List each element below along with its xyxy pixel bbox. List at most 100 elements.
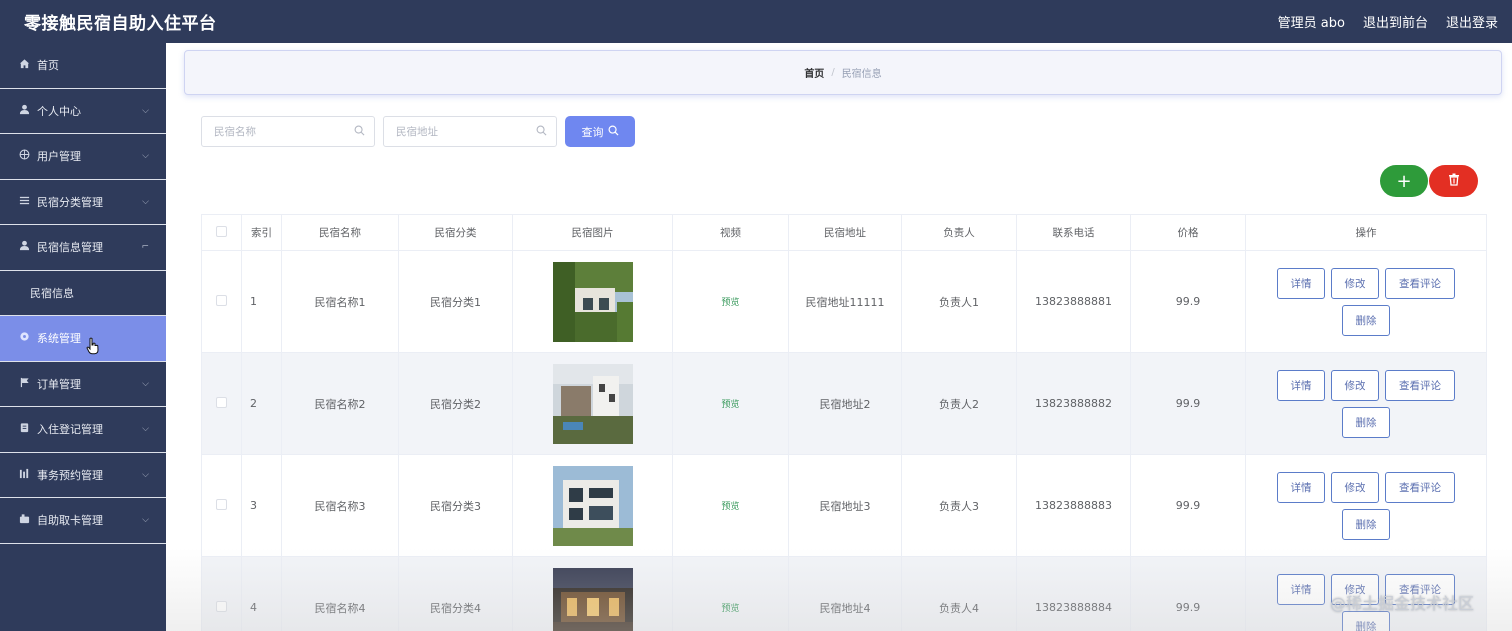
sidebar-subitem-info[interactable]: 民宿信息	[0, 271, 166, 316]
row-checkbox[interactable]	[216, 498, 227, 510]
delete-button[interactable]: 删除	[1342, 406, 1390, 438]
trash-icon	[1448, 173, 1460, 190]
column-header-manager: 负责人	[901, 214, 1017, 251]
video-preview-link[interactable]: 预览	[721, 604, 739, 614]
user-icon	[17, 240, 31, 254]
sidebar-item-category-management[interactable]: 民宿分类管理 ⌵	[0, 180, 166, 225]
app-title: 零接触民宿自助入住平台	[24, 14, 217, 34]
sidebar-item-label: 自助取卡管理	[37, 514, 103, 528]
row-category: 民宿分类3	[398, 454, 513, 557]
view-comments-button[interactable]: 查看评论	[1385, 471, 1455, 503]
row-manager: 负责人1	[901, 250, 1017, 353]
column-header-address: 民宿地址	[788, 214, 902, 251]
address-search-field	[383, 116, 557, 147]
row-select-cell	[201, 454, 242, 557]
name-search-field	[201, 116, 375, 147]
row-image-cell	[512, 352, 673, 455]
watermark-text: @稀土掘金技术社区	[1330, 594, 1475, 613]
detail-button[interactable]: 详情	[1277, 471, 1325, 503]
sidebar-item-label: 用户管理	[37, 150, 81, 164]
row-phone: 13823888882	[1016, 352, 1131, 455]
logout-link[interactable]: 退出登录	[1446, 12, 1498, 31]
row-category: 民宿分类4	[398, 556, 513, 631]
address-search-input[interactable]	[384, 117, 556, 146]
row-video-cell: 预览	[672, 556, 789, 631]
sidebar-item-home[interactable]: 首页	[0, 43, 166, 89]
house-photo[interactable]	[552, 261, 633, 342]
view-comments-button[interactable]: 查看评论	[1385, 369, 1455, 401]
add-button[interactable]: +	[1380, 165, 1428, 197]
card-icon	[17, 513, 31, 527]
row-select-cell	[201, 556, 242, 631]
row-checkbox[interactable]	[216, 600, 227, 612]
breadcrumb-home[interactable]: 首页	[804, 65, 824, 80]
name-search-input[interactable]	[202, 117, 374, 146]
breadcrumb: 首页 / 民宿信息	[184, 50, 1502, 95]
detail-button[interactable]: 详情	[1277, 573, 1325, 605]
sidebar-item-label: 系统管理	[37, 332, 81, 346]
row-video-cell: 预览	[672, 454, 789, 557]
sidebar-item-personal-center[interactable]: 个人中心 ⌵	[0, 89, 166, 134]
row-select-cell	[201, 352, 242, 455]
user-icon	[17, 104, 31, 118]
house-photo[interactable]	[552, 363, 633, 444]
row-image-cell	[512, 556, 673, 631]
delete-button[interactable]: 删除	[1342, 304, 1390, 336]
column-header-index: 索引	[241, 214, 282, 251]
chevron-down-icon: ⌵	[142, 105, 149, 116]
admin-user-label[interactable]: 管理员 abo	[1278, 12, 1345, 31]
sidebar-item-order-management[interactable]: 订单管理 ⌵	[0, 362, 166, 407]
row-index: 4	[241, 556, 282, 631]
row-index: 2	[241, 352, 282, 455]
row-phone: 13823888881	[1016, 250, 1131, 353]
row-select-cell	[201, 250, 242, 353]
sidebar-item-card-management[interactable]: 自助取卡管理 ⌵	[0, 498, 166, 544]
select-all-checkbox[interactable]	[216, 225, 227, 237]
sidebar-item-checkin-management[interactable]: 入住登记管理 ⌵	[0, 407, 166, 453]
video-preview-link[interactable]: 预览	[721, 298, 739, 308]
query-button[interactable]: 查询	[565, 116, 635, 147]
edit-button[interactable]: 修改	[1331, 369, 1379, 401]
sidebar-item-label: 事务预约管理	[37, 468, 103, 482]
row-name: 民宿名称1	[281, 250, 399, 353]
search-icon	[608, 125, 619, 139]
table-header-row: 索引 民宿名称 民宿分类 民宿图片 视频 民宿地址 负责人 联系电话 价格 操作	[201, 214, 1487, 251]
breadcrumb-current: 民宿信息	[841, 69, 882, 80]
sidebar-item-label: 个人中心	[37, 104, 81, 118]
house-photo[interactable]	[552, 465, 633, 546]
row-checkbox[interactable]	[216, 396, 227, 408]
house-photo[interactable]	[552, 567, 633, 631]
query-button-label: 查询	[581, 125, 604, 139]
clipboard-icon	[17, 422, 31, 436]
view-comments-button[interactable]: 查看评论	[1385, 267, 1455, 299]
row-phone: 13823888883	[1016, 454, 1131, 557]
edit-button[interactable]: 修改	[1331, 471, 1379, 503]
row-actions-cell: 详情 修改 查看评论 删除	[1245, 454, 1487, 557]
list-icon	[17, 195, 31, 209]
exit-to-front-link[interactable]: 退出到前台	[1363, 12, 1428, 31]
row-checkbox[interactable]	[216, 294, 227, 306]
sidebar-item-appointment-management[interactable]: 事务预约管理 ⌵	[0, 453, 166, 498]
sidebar-item-label: 入住登记管理	[37, 423, 103, 437]
sidebar-item-info-management[interactable]: 民宿信息管理 ⌐	[0, 225, 166, 271]
chevron-down-icon: ⌵	[142, 424, 149, 435]
row-price: 99.9	[1130, 556, 1246, 631]
row-video-cell: 预览	[672, 352, 789, 455]
sidebar-item-user-management[interactable]: 用户管理 ⌵	[0, 134, 166, 180]
detail-button[interactable]: 详情	[1277, 369, 1325, 401]
video-preview-link[interactable]: 预览	[721, 400, 739, 410]
hand-cursor-icon	[86, 337, 100, 359]
edit-button[interactable]: 修改	[1331, 267, 1379, 299]
row-index: 1	[241, 250, 282, 353]
row-actions-cell: 详情 修改 查看评论 删除	[1245, 352, 1487, 455]
row-phone: 13823888884	[1016, 556, 1131, 631]
sidebar-item-label: 民宿信息	[30, 286, 74, 300]
row-price: 99.9	[1130, 454, 1246, 557]
sidebar-item-system-management[interactable]: 系统管理	[0, 316, 166, 362]
detail-button[interactable]: 详情	[1277, 267, 1325, 299]
header-actions: 管理员 abo 退出到前台 退出登录	[1278, 12, 1498, 31]
video-preview-link[interactable]: 预览	[721, 502, 739, 512]
delete-button[interactable]: 删除	[1342, 508, 1390, 540]
batch-delete-button[interactable]	[1429, 165, 1478, 197]
row-name: 民宿名称4	[281, 556, 399, 631]
